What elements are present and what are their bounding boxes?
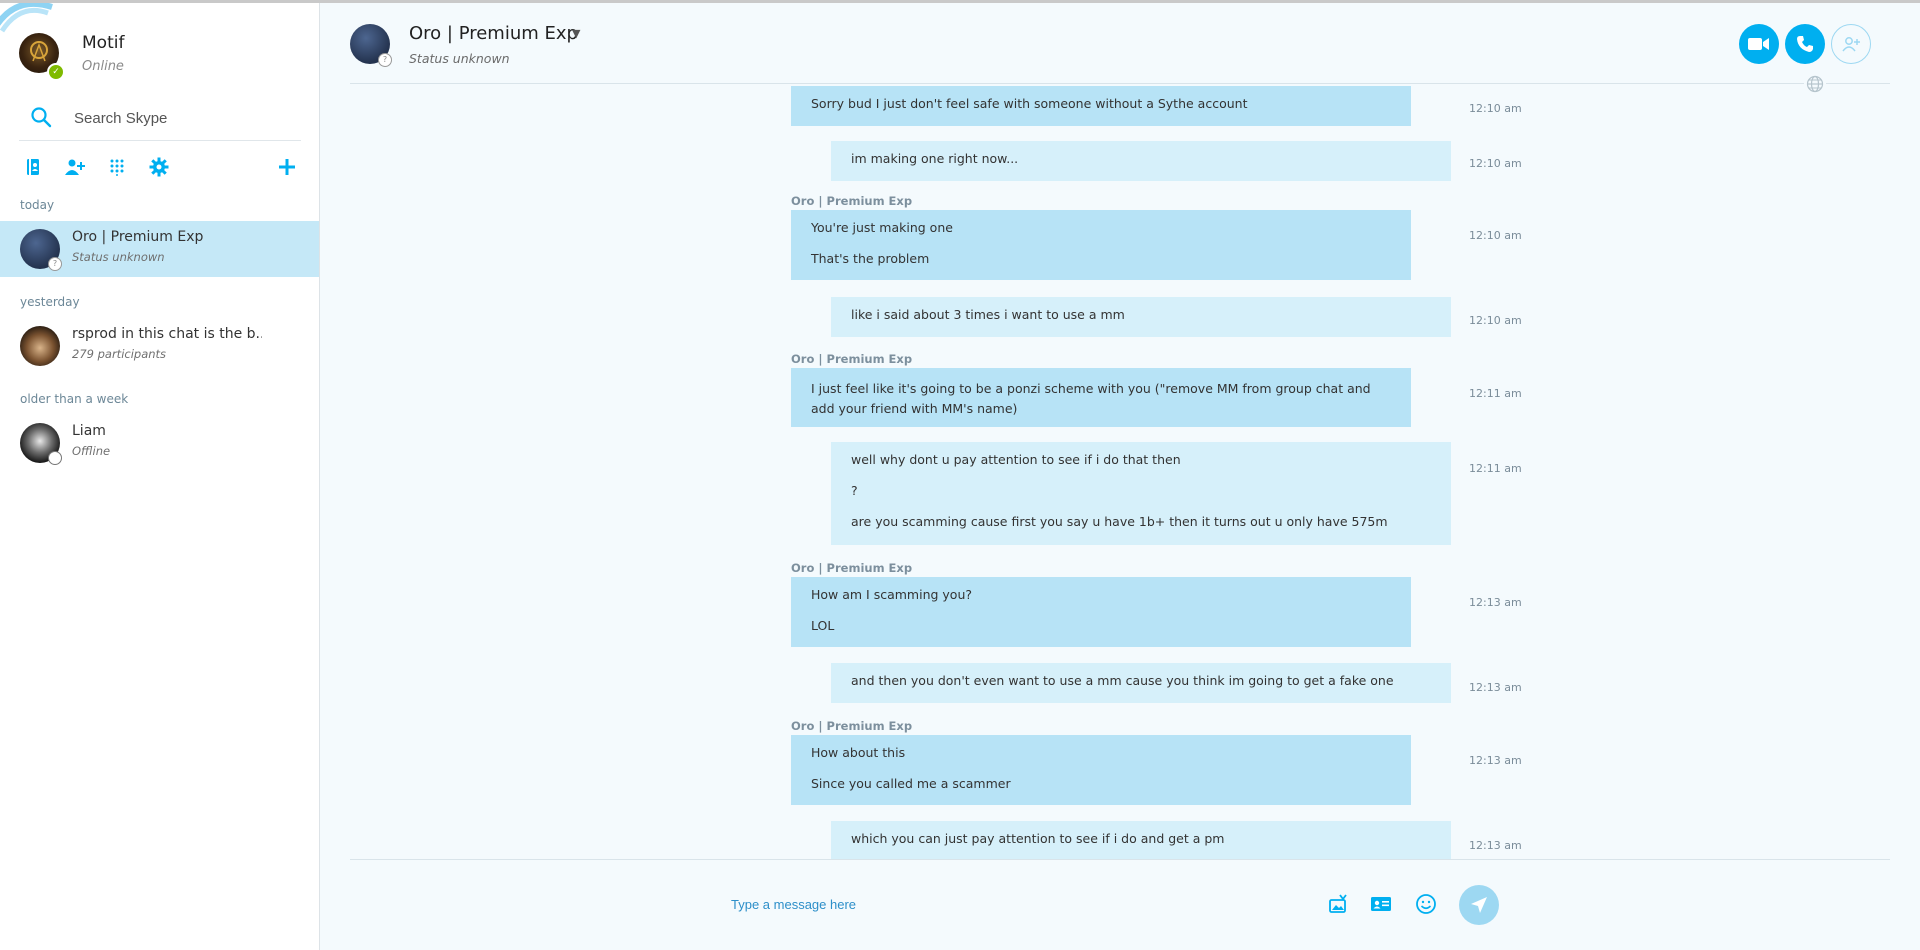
message-text: How am I scamming you?: [811, 587, 973, 602]
message-sender: Oro | Premium Exp: [791, 194, 913, 208]
section-label-yesterday: yesterday: [20, 295, 80, 309]
status-unknown-icon: ?: [378, 53, 392, 67]
message-text: which you can just pay attention to see …: [851, 831, 1225, 846]
section-label-older: older than a week: [20, 392, 129, 406]
smiley-icon: [1416, 894, 1436, 914]
message-timestamp: 12:11 am: [1469, 387, 1522, 400]
contact-card-icon: [1371, 897, 1391, 911]
message-text: ?: [851, 483, 858, 498]
settings-button[interactable]: [145, 153, 173, 181]
send-button[interactable]: [1459, 885, 1499, 925]
offline-presence-icon: [48, 451, 62, 465]
sidebar-toolbar: [19, 153, 301, 183]
chat-item-liam[interactable]: Liam Offline: [0, 415, 319, 471]
message-text: and then you don't even want to use a mm…: [851, 673, 1394, 688]
chevron-down-icon[interactable]: ▼: [572, 27, 580, 40]
search-input[interactable]: [72, 102, 296, 134]
dialpad-button[interactable]: [103, 153, 131, 181]
message-text: How about this: [811, 745, 906, 760]
chat-subtitle: Status unknown: [72, 250, 165, 264]
chat-name: Oro | Premium Exp: [72, 229, 204, 245]
message-timestamp: 12:13 am: [1469, 839, 1522, 852]
contacts-icon: [27, 159, 39, 175]
profile-status: Online: [82, 59, 124, 74]
add-participant-button[interactable]: [1831, 24, 1871, 64]
section-label-today: today: [20, 198, 55, 212]
conversation-title[interactable]: Oro | Premium Exp: [409, 23, 578, 44]
status-unknown-icon: ?: [48, 257, 62, 271]
emoticon-button[interactable]: [1413, 891, 1439, 917]
message-timestamp: 12:13 am: [1469, 754, 1522, 767]
phone-icon: [1797, 36, 1813, 52]
message-bubble-incoming[interactable]: How about this Since you called me a sca…: [791, 735, 1411, 805]
search-icon: [31, 107, 52, 128]
send-icon: [1471, 897, 1487, 913]
avatar: [20, 326, 60, 366]
add-contact-button[interactable]: [61, 153, 89, 181]
message-bubble-incoming[interactable]: I just feel like it's going to be a ponz…: [791, 368, 1411, 427]
message-bubble-outgoing[interactable]: well why dont u pay attention to see if …: [831, 442, 1451, 545]
message-input[interactable]: [729, 888, 1253, 920]
message-text: You're just making one: [811, 220, 953, 235]
message-bubble-incoming[interactable]: Sorry bud I just don't feel safe with so…: [791, 86, 1411, 126]
chat-item-rsprod-group[interactable]: rsprod in this chat is the b.. 279 parti…: [0, 318, 319, 374]
message-timestamp: 12:10 am: [1469, 229, 1522, 242]
message-timestamp: 12:10 am: [1469, 314, 1522, 327]
message-text: LOL: [811, 618, 835, 633]
composer-divider: [350, 859, 1890, 860]
message-timestamp: 12:11 am: [1469, 462, 1522, 475]
chat-name: rsprod in this chat is the b..: [72, 326, 262, 342]
message-timestamp: 12:10 am: [1469, 102, 1522, 115]
message-bubble-incoming[interactable]: How am I scamming you? LOL: [791, 577, 1411, 647]
message-sender: Oro | Premium Exp: [791, 561, 913, 575]
video-camera-icon: [1748, 38, 1769, 50]
message-timestamp: 12:13 am: [1469, 596, 1522, 609]
message-sender: Oro | Premium Exp: [791, 719, 913, 733]
message-text: Sorry bud I just don't feel safe with so…: [811, 96, 1248, 111]
online-presence-icon: ✓: [47, 63, 65, 81]
message-text: Since you called me a scammer: [811, 776, 1011, 791]
dialpad-icon: [110, 159, 124, 176]
message-sender: Oro | Premium Exp: [791, 352, 913, 366]
new-chat-button[interactable]: [273, 153, 301, 181]
add-person-icon: [1842, 37, 1860, 52]
video-call-button[interactable]: [1739, 24, 1779, 64]
chat-name: Liam: [72, 423, 106, 439]
message-bubble-outgoing[interactable]: and then you don't even want to use a mm…: [831, 663, 1451, 703]
message-bubble-outgoing[interactable]: like i said about 3 times i want to use …: [831, 297, 1451, 337]
message-text: are you scamming cause first you say u h…: [851, 514, 1388, 529]
message-bubble-outgoing[interactable]: im making one right now...: [831, 141, 1451, 181]
conversation-header: ? Oro | Premium Exp ▼ Status unknown: [320, 3, 1920, 83]
send-contact-button[interactable]: [1368, 891, 1394, 917]
profile-name: Motif: [82, 33, 125, 53]
chat-subtitle: 279 participants: [72, 347, 167, 361]
settings-icon: [149, 157, 169, 177]
add-contact-icon: [65, 159, 85, 175]
message-timestamp: 12:13 am: [1469, 681, 1522, 694]
message-bubble-incoming[interactable]: You're just making one That's the proble…: [791, 210, 1411, 280]
message-text: That's the problem: [811, 251, 930, 266]
conversation-status: Status unknown: [409, 51, 510, 66]
chat-item-oro-premium-exp[interactable]: ? Oro | Premium Exp Status unknown: [0, 221, 319, 277]
message-timestamp: 12:10 am: [1469, 157, 1522, 170]
message-bubble-outgoing[interactable]: which you can just pay attention to see …: [831, 821, 1451, 860]
message-text: im making one right now...: [851, 151, 1019, 166]
image-attach-icon: [1329, 894, 1347, 913]
plus-icon: [279, 159, 295, 175]
chat-subtitle: Offline: [72, 444, 111, 458]
sidebar: ✓ Motif Online Search Skype today ? Oro …: [0, 3, 320, 950]
message-list[interactable]: Sorry bud I just don't feel safe with so…: [320, 84, 1920, 860]
message-text: like i said about 3 times i want to use …: [851, 307, 1125, 322]
send-file-button[interactable]: [1325, 891, 1351, 917]
message-text: I just feel like it's going to be a ponz…: [811, 381, 1371, 416]
audio-call-button[interactable]: [1785, 24, 1825, 64]
contacts-button[interactable]: [19, 153, 47, 181]
message-text: well why dont u pay attention to see if …: [851, 452, 1181, 467]
search-box: [19, 98, 301, 141]
conversation-pane: ? Oro | Premium Exp ▼ Status unknown Sor…: [320, 3, 1920, 950]
